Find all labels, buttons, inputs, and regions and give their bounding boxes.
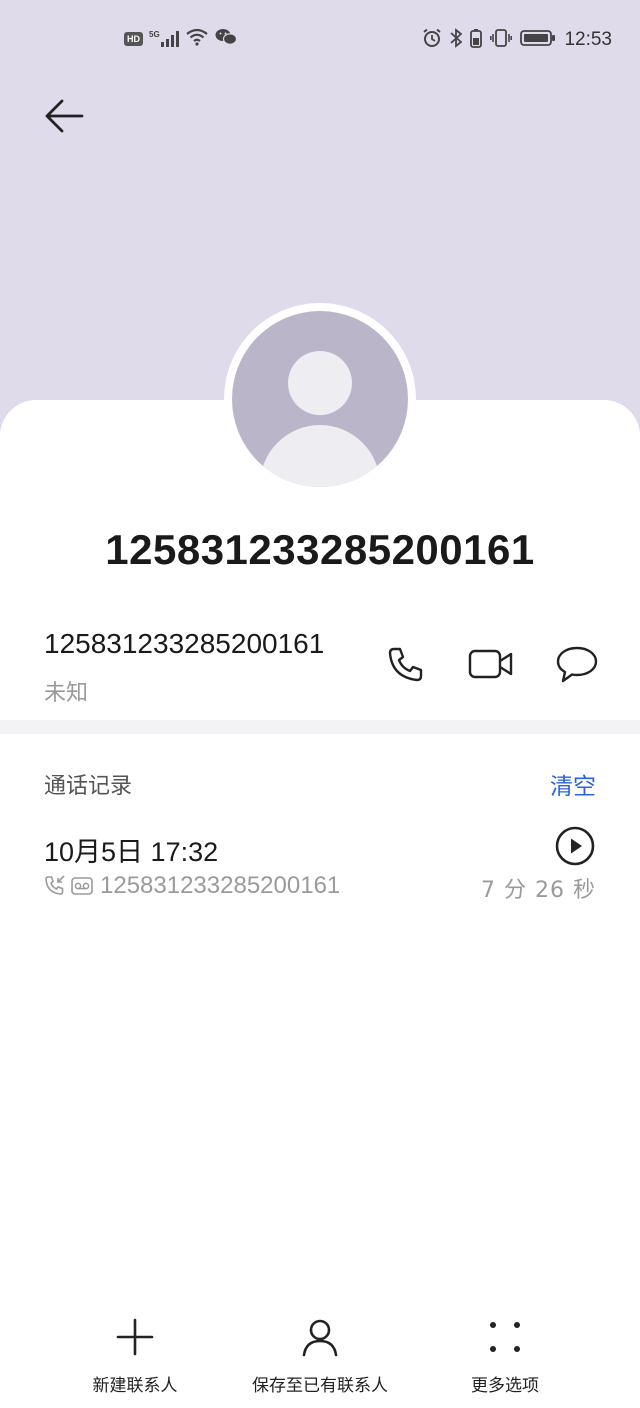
voicemail-icon: [71, 877, 93, 895]
new-contact-button[interactable]: 新建联系人: [75, 1316, 195, 1396]
status-left-icons: HD 5G: [124, 28, 237, 50]
call-details: 125831233285200161: [44, 872, 340, 900]
back-arrow-icon: [45, 99, 84, 133]
play-recording-button[interactable]: [555, 826, 595, 866]
save-to-existing-contact-label: 保存至已有联系人: [252, 1376, 388, 1396]
wifi-icon: [185, 28, 209, 50]
avatar-head: [288, 351, 352, 415]
message-button[interactable]: [553, 640, 601, 688]
plus-icon: [116, 1318, 154, 1355]
bluetooth-icon: [450, 28, 463, 52]
video-call-icon: [468, 649, 513, 679]
hd-badge: HD: [124, 32, 143, 46]
bottom-action-bar: 新建联系人 保存至已有联系人 更多选项: [0, 1316, 640, 1408]
video-call-button[interactable]: [466, 640, 516, 688]
phone-icon: [388, 647, 423, 682]
status-time: 12:53: [564, 29, 612, 50]
phone-number[interactable]: 125831233285200161: [44, 628, 324, 660]
number-location-label: 未知: [44, 681, 89, 706]
wechat-icon: [215, 28, 237, 50]
call-log-title: 通话记录: [44, 774, 133, 799]
call-number: 125831233285200161: [100, 872, 341, 899]
message-icon: [556, 646, 598, 683]
cell-signal-icon: 5G: [149, 31, 179, 47]
call-button[interactable]: [382, 640, 430, 688]
person-icon: [302, 1319, 338, 1356]
status-right-icons: 12:53: [422, 28, 612, 52]
vibrate-icon: [490, 28, 513, 52]
contact-title: 125831233285200161: [105, 526, 535, 573]
network-type-label: 5G: [149, 30, 160, 39]
new-contact-label: 新建联系人: [92, 1376, 178, 1396]
back-button[interactable]: [40, 94, 88, 138]
battery-saver-icon: [470, 28, 483, 52]
play-icon: [555, 826, 595, 866]
clear-call-log-button[interactable]: 清空: [550, 767, 596, 801]
avatar-body: [260, 425, 380, 487]
avatar[interactable]: [232, 311, 408, 487]
more-options-label: 更多选项: [471, 1376, 539, 1396]
call-datetime: 10月5日 17:32: [44, 837, 219, 867]
alarm-icon: [422, 28, 442, 52]
status-bar: HD 5G 12:53: [0, 0, 640, 80]
battery-icon: [520, 28, 556, 52]
call-duration: 7 分 26 秒: [481, 878, 596, 903]
incoming-call-icon: [45, 875, 65, 895]
more-dots-icon: [490, 1321, 520, 1352]
section-divider: [0, 720, 640, 734]
save-to-existing-contact-button[interactable]: 保存至已有联系人: [240, 1316, 400, 1396]
more-options-button[interactable]: 更多选项: [455, 1316, 555, 1396]
